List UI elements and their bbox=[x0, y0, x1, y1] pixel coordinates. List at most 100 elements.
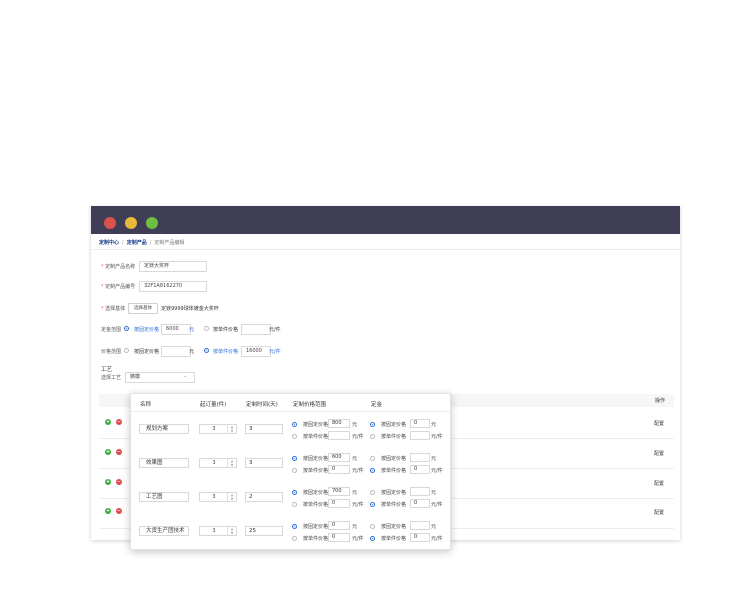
stepper-arrows-icon[interactable]: ▲ ▼ bbox=[227, 527, 236, 535]
price-range-label: 价格范围 bbox=[101, 349, 122, 355]
popup-header-divider bbox=[131, 411, 450, 412]
configure-link[interactable]: 配置 bbox=[654, 450, 664, 457]
minimize-window-button[interactable] bbox=[125, 217, 137, 229]
price-per-unit-label: 按单件价格 bbox=[303, 434, 329, 440]
configure-link[interactable]: 配置 bbox=[654, 509, 664, 516]
operation-header: 操作 bbox=[655, 398, 666, 404]
price-fixed-radio[interactable] bbox=[292, 456, 297, 461]
min-qty-stepper[interactable]: 3 ▲ ▼ bbox=[199, 526, 237, 536]
add-row-icon[interactable]: + bbox=[105, 479, 111, 485]
add-row-icon[interactable]: + bbox=[105, 508, 111, 514]
title-bar bbox=[91, 206, 680, 234]
remove-row-icon[interactable]: − bbox=[116, 508, 122, 514]
breadcrumb-item-custom-products[interactable]: 定制产品 bbox=[127, 240, 147, 246]
stepper-arrows-icon[interactable]: ▲ ▼ bbox=[227, 425, 236, 433]
price-fixed-label: 按固定价格 bbox=[134, 349, 160, 355]
min-qty-value: 3 bbox=[212, 460, 216, 466]
price-per-unit-radio[interactable] bbox=[292, 536, 297, 541]
remove-row-icon[interactable]: − bbox=[116, 449, 122, 455]
price-fixed-radio[interactable] bbox=[292, 422, 297, 427]
deposit-per-unit-input[interactable]: 0 bbox=[410, 499, 430, 508]
price-fixed-label: 按固定价格 bbox=[303, 524, 329, 530]
stepper-arrows-icon[interactable]: ▲ ▼ bbox=[227, 493, 236, 501]
column-header-deposit: 定金 bbox=[371, 402, 383, 408]
min-qty-stepper[interactable]: 3 ▲ ▼ bbox=[199, 424, 237, 434]
price-fixed-radio[interactable] bbox=[292, 490, 297, 495]
deposit-fixed-input[interactable] bbox=[410, 487, 430, 496]
craft-select-label: 选择工艺 bbox=[101, 375, 122, 381]
deposit-per-unit-radio[interactable] bbox=[370, 536, 375, 541]
price-fixed-input[interactable]: 600 bbox=[328, 453, 350, 462]
deposit-fixed-label: 按固定价格 bbox=[381, 524, 407, 530]
add-row-icon[interactable]: + bbox=[105, 419, 111, 425]
configure-link[interactable]: 配置 bbox=[654, 420, 664, 427]
remove-row-icon[interactable]: − bbox=[116, 419, 122, 425]
price-per-unit-radio[interactable] bbox=[292, 468, 297, 473]
column-header-days: 定制时间(天) bbox=[246, 402, 278, 408]
deposit-fixed-label: 按固定价格 bbox=[134, 327, 160, 333]
deposit-fixed-input[interactable]: 6000 bbox=[161, 324, 191, 335]
price-fixed-unit: 元 bbox=[352, 456, 358, 462]
product-name-input[interactable]: 定镁大奖杯 bbox=[139, 261, 207, 272]
close-window-button[interactable] bbox=[104, 217, 116, 229]
days-input[interactable]: 25 bbox=[245, 526, 283, 536]
maximize-window-button[interactable] bbox=[146, 217, 158, 229]
price-per-unit-radio[interactable] bbox=[204, 348, 209, 353]
chevron-down-icon: ⌄ bbox=[183, 373, 188, 379]
deposit-fixed-radio[interactable] bbox=[370, 456, 375, 461]
craft-name-field[interactable]: 工艺图 bbox=[139, 492, 189, 502]
days-input[interactable]: 3 bbox=[245, 458, 283, 468]
stepper-arrows-icon[interactable]: ▲ ▼ bbox=[227, 459, 236, 467]
price-fixed-input[interactable] bbox=[161, 346, 191, 357]
deposit-per-unit-radio[interactable] bbox=[370, 434, 375, 439]
configure-link[interactable]: 配置 bbox=[654, 480, 664, 487]
deposit-per-unit-input[interactable]: 0 bbox=[410, 533, 430, 542]
price-per-unit-input[interactable] bbox=[328, 431, 350, 440]
craft-name-field[interactable]: 大货生产团技术 bbox=[139, 526, 189, 536]
deposit-per-unit-unit: 元/件 bbox=[269, 327, 281, 333]
deposit-fixed-input[interactable] bbox=[410, 521, 430, 530]
remove-row-icon[interactable]: − bbox=[116, 479, 122, 485]
deposit-per-unit-input[interactable]: 0 bbox=[410, 465, 430, 474]
deposit-per-unit-label: 按单件价格 bbox=[381, 502, 407, 508]
price-fixed-radio[interactable] bbox=[124, 348, 129, 353]
product-code-label: * 定制产品编号 bbox=[101, 284, 136, 290]
days-input[interactable]: 2 bbox=[245, 492, 283, 502]
deposit-fixed-input[interactable]: 0 bbox=[410, 419, 430, 428]
price-per-unit-input[interactable]: 16000 bbox=[241, 346, 271, 357]
breadcrumb-item-custom-center[interactable]: 定制中心 bbox=[99, 240, 119, 246]
price-per-unit-label: 按单件价格 bbox=[303, 468, 329, 474]
product-code-input[interactable]: 32F1A8162270 bbox=[139, 281, 207, 292]
craft-name-field[interactable]: 规划方案 bbox=[139, 424, 189, 434]
select-base-button[interactable]: 选择基体 bbox=[128, 303, 158, 314]
price-fixed-unit: 元 bbox=[352, 422, 358, 428]
price-fixed-input[interactable]: 800 bbox=[328, 419, 350, 428]
min-qty-value: 3 bbox=[212, 528, 216, 534]
deposit-fixed-radio[interactable] bbox=[370, 422, 375, 427]
price-fixed-input[interactable]: 0 bbox=[328, 521, 350, 530]
base-label: * 选择基体 bbox=[101, 306, 126, 312]
deposit-per-unit-radio[interactable] bbox=[370, 502, 375, 507]
deposit-fixed-radio[interactable] bbox=[370, 524, 375, 529]
price-per-unit-input[interactable]: 0 bbox=[328, 533, 350, 542]
deposit-per-unit-radio[interactable] bbox=[204, 326, 209, 331]
price-per-unit-input[interactable]: 0 bbox=[328, 465, 350, 474]
price-fixed-radio[interactable] bbox=[292, 524, 297, 529]
days-input[interactable]: 3 bbox=[245, 424, 283, 434]
deposit-fixed-radio[interactable] bbox=[370, 490, 375, 495]
deposit-per-unit-input[interactable] bbox=[241, 324, 271, 335]
deposit-per-unit-radio[interactable] bbox=[370, 468, 375, 473]
price-per-unit-input[interactable]: 0 bbox=[328, 499, 350, 508]
column-header-name: 名称 bbox=[140, 402, 152, 408]
deposit-fixed-input[interactable] bbox=[410, 453, 430, 462]
price-per-unit-radio[interactable] bbox=[292, 502, 297, 507]
min-qty-stepper[interactable]: 3 ▲ ▼ bbox=[199, 492, 237, 502]
deposit-per-unit-input[interactable] bbox=[410, 431, 430, 440]
price-fixed-input[interactable]: 700 bbox=[328, 487, 350, 496]
craft-name-field[interactable]: 效果图 bbox=[139, 458, 189, 468]
min-qty-stepper[interactable]: 3 ▲ ▼ bbox=[199, 458, 237, 468]
deposit-fixed-unit: 元 bbox=[189, 327, 195, 333]
add-row-icon[interactable]: + bbox=[105, 449, 111, 455]
price-per-unit-radio[interactable] bbox=[292, 434, 297, 439]
deposit-fixed-radio[interactable] bbox=[124, 326, 129, 331]
